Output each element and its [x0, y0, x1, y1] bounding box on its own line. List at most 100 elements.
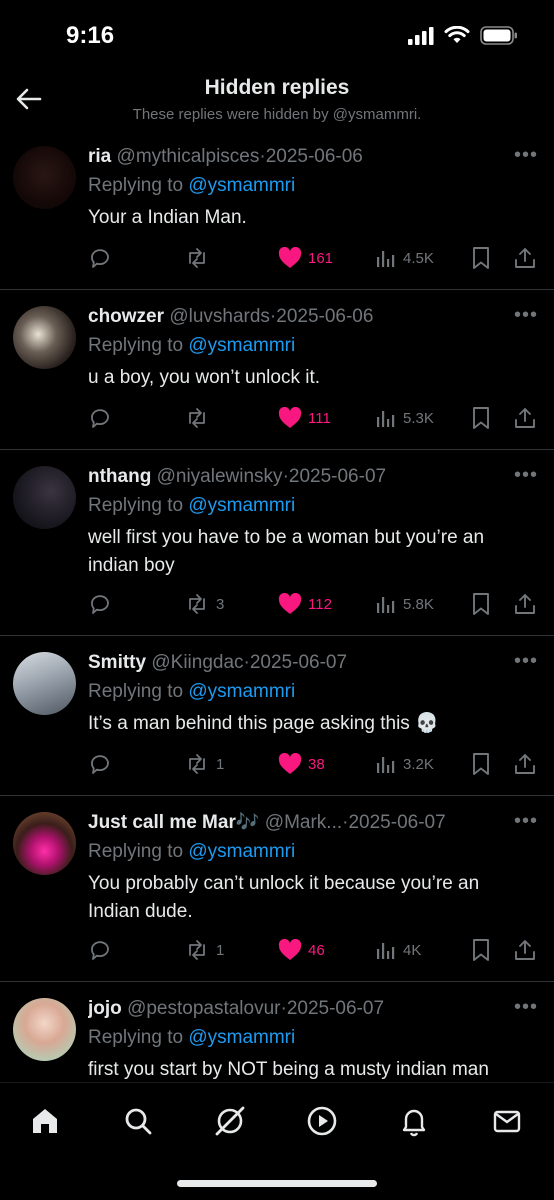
views-button[interactable]: 4K [375, 936, 421, 964]
retweet-count: 1 [216, 755, 225, 773]
display-name[interactable]: chowzer [88, 306, 164, 327]
replying-prefix: Replying to [88, 335, 184, 356]
avatar[interactable] [13, 306, 76, 369]
user-handle[interactable]: @pestopastalovur [127, 998, 280, 1019]
more-options-button[interactable]: ••• [514, 650, 538, 673]
reply-card[interactable]: Smitty @Kiingdac·2025-06-07 ••• Replying… [0, 636, 554, 796]
bookmark-button[interactable] [470, 244, 492, 272]
user-handle[interactable]: @luvshards [169, 306, 270, 327]
views-button[interactable]: 4.5K [375, 244, 434, 272]
post-date: 2025-06-07 [288, 466, 387, 487]
reply-card[interactable]: Just call me Mar🎶 @Mark...·2025-06-07 ••… [0, 796, 554, 982]
bookmark-button[interactable] [470, 404, 492, 432]
views-button[interactable]: 5.8K [375, 590, 434, 618]
share-button[interactable] [513, 590, 537, 618]
user-handle[interactable]: @niyalewinsky [157, 466, 283, 487]
avatar[interactable] [13, 812, 76, 875]
user-handle[interactable]: @mythicalpisces [117, 146, 260, 167]
replying-to-line: Replying to @ysmammri [88, 1025, 295, 1051]
share-icon [515, 754, 535, 774]
bookmark-button[interactable] [470, 590, 492, 618]
mention-link[interactable]: @ysmammri [188, 175, 295, 196]
post-date: 2025-06-07 [348, 812, 446, 833]
reply-meta: chowzer @luvshards·2025-06-06 [88, 304, 494, 330]
more-options-button[interactable]: ••• [514, 464, 538, 487]
like-button[interactable]: 46 [278, 936, 325, 964]
views-count: 4.5K [403, 249, 434, 267]
display-name[interactable]: ria [88, 146, 111, 167]
user-handle[interactable]: @Mark... [265, 812, 342, 833]
tab-grok[interactable] [210, 1101, 250, 1141]
more-options-button[interactable]: ••• [514, 304, 538, 327]
avatar[interactable] [13, 466, 76, 529]
views-button[interactable]: 5.3K [375, 404, 434, 432]
like-button[interactable]: 161 [278, 244, 333, 272]
display-name[interactable]: Just call me Mar🎶 [88, 812, 260, 833]
avatar[interactable] [13, 146, 76, 209]
views-button[interactable]: 3.2K [375, 750, 434, 778]
share-button[interactable] [513, 750, 537, 778]
tab-search[interactable] [118, 1101, 158, 1141]
retweet-button[interactable]: 1 [184, 750, 224, 778]
retweet-button[interactable]: 1 [184, 936, 224, 964]
tab-video[interactable] [302, 1101, 342, 1141]
reply-card[interactable]: nthang @niyalewinsky·2025-06-07 ••• Repl… [0, 450, 554, 636]
reply-button[interactable] [88, 936, 118, 964]
retweet-button[interactable] [184, 404, 216, 432]
speech-bubble-icon [91, 941, 109, 960]
like-button[interactable]: 38 [278, 750, 325, 778]
reply-button[interactable] [88, 244, 118, 272]
search-icon [125, 1108, 152, 1135]
reply-actions: 1 46 4K [88, 936, 536, 964]
mention-link[interactable]: @ysmammri [188, 495, 295, 516]
views-count: 5.8K [403, 595, 434, 613]
heart-icon [278, 939, 302, 960]
like-button[interactable]: 112 [278, 590, 332, 618]
share-button[interactable] [513, 936, 537, 964]
reply-card[interactable]: jojo @pestopastalovur·2025-06-07 ••• Rep… [0, 982, 554, 1092]
tab-messages[interactable] [487, 1101, 527, 1141]
mention-link[interactable]: @ysmammri [188, 1027, 295, 1048]
display-name[interactable]: nthang [88, 466, 151, 487]
tab-notifications[interactable] [394, 1101, 434, 1141]
retweet-icon [189, 940, 205, 960]
more-options-button[interactable]: ••• [514, 810, 538, 833]
more-options-button[interactable]: ••• [514, 144, 538, 167]
user-handle[interactable]: @Kiingdac [151, 652, 243, 673]
mention-link[interactable]: @ysmammri [188, 841, 295, 862]
bar-chart-icon [377, 251, 395, 267]
share-button[interactable] [513, 244, 537, 272]
reply-button[interactable] [88, 750, 118, 778]
avatar[interactable] [13, 652, 76, 715]
display-name[interactable]: Smitty [88, 652, 146, 673]
speech-bubble-icon [91, 409, 109, 428]
replying-prefix: Replying to [88, 681, 184, 702]
retweet-count: 1 [216, 941, 225, 959]
tab-home[interactable] [25, 1101, 65, 1141]
bookmark-button[interactable] [470, 750, 492, 778]
mention-link[interactable]: @ysmammri [188, 335, 295, 356]
replying-to-line: Replying to @ysmammri [88, 333, 295, 359]
avatar[interactable] [13, 998, 76, 1061]
share-button[interactable] [513, 404, 537, 432]
retweet-button[interactable]: 3 [184, 590, 224, 618]
reply-card[interactable]: chowzer @luvshards·2025-06-06 ••• Replyi… [0, 290, 554, 450]
like-button[interactable]: 111 [278, 404, 331, 432]
replying-prefix: Replying to [88, 175, 184, 196]
share-icon [515, 248, 535, 268]
more-options-button[interactable]: ••• [514, 996, 538, 1019]
reply-button[interactable] [88, 404, 118, 432]
home-indicator[interactable] [177, 1180, 377, 1187]
reply-button[interactable] [88, 590, 118, 618]
views-count: 3.2K [403, 755, 434, 773]
post-date: 2025-06-07 [249, 652, 348, 673]
reply-actions: 161 4.5K [88, 244, 536, 272]
bookmark-button[interactable] [470, 936, 492, 964]
retweet-button[interactable] [184, 244, 216, 272]
reply-card[interactable]: ria @mythicalpisces·2025-06-06 ••• Reply… [0, 130, 554, 290]
bar-chart-icon [377, 757, 395, 773]
display-name[interactable]: jojo [88, 998, 122, 1019]
status-bar: 9:16 [0, 0, 554, 72]
status-time: 9:16 [66, 22, 115, 49]
mention-link[interactable]: @ysmammri [188, 681, 295, 702]
